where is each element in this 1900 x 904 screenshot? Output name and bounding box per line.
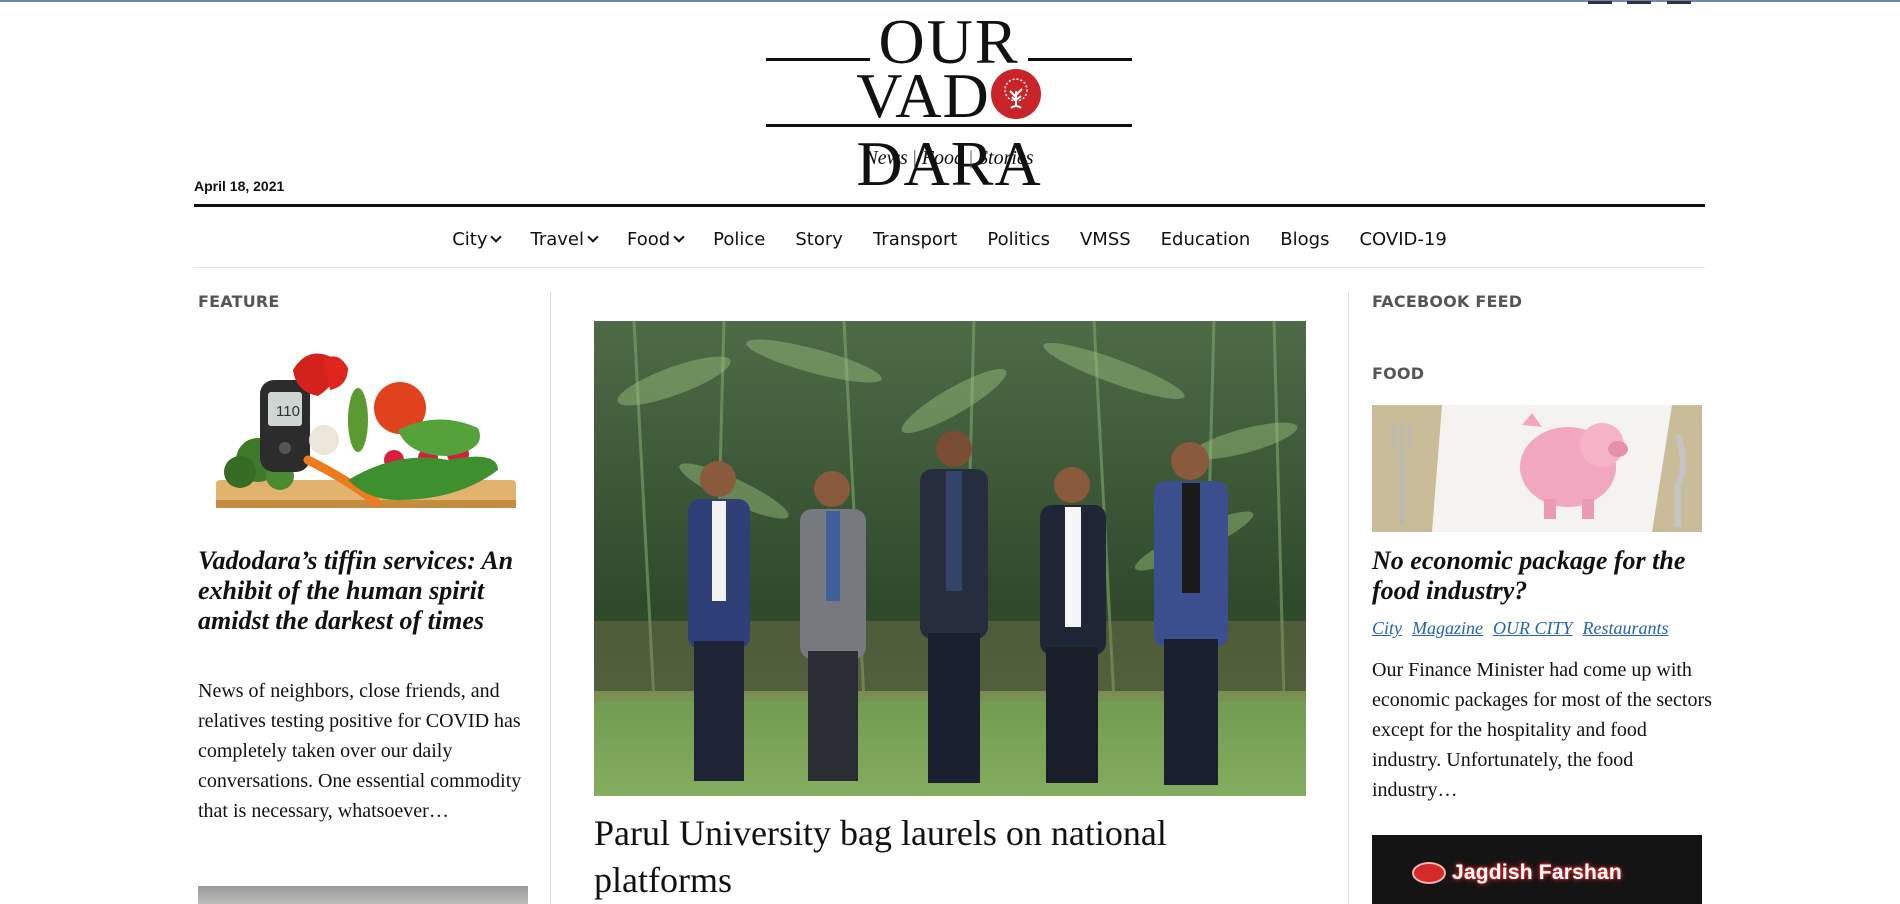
logo-rule-right [1028,58,1132,61]
nav-item-label: City [452,228,488,250]
nav-item-label: Police [713,228,766,250]
nav-item-education[interactable]: Education [1146,224,1266,254]
nav-item-police[interactable]: Police [698,224,780,254]
tag-restaurants[interactable]: Restaurants [1583,618,1669,639]
column-divider-left [550,292,551,904]
nav-item-covid-19[interactable]: COVID-19 [1344,224,1461,254]
food-article-image-piggy-bank[interactable] [1372,405,1702,532]
nav-item-label: Travel [530,228,584,250]
feature-article-excerpt: News of neighbors, close friends, and re… [198,680,522,822]
logo-text-vadodara: VAD DARA [766,62,1132,198]
tagline-news: News [864,147,908,169]
nav-item-vmss[interactable]: VMSS [1065,224,1146,254]
tagline-stories: Stories [978,147,1034,169]
tagline-separator: | [912,147,917,169]
site-tagline: News | Food | Stories [766,147,1132,170]
nav-divider [194,267,1705,268]
nav-item-label: Politics [987,228,1050,250]
feature-article-title[interactable]: Vadodara’s tiffin services: An exhibit o… [198,546,528,636]
chevron-down-icon [673,230,685,243]
nav-item-label: VMSS [1079,228,1131,250]
chevron-down-icon [587,230,599,243]
section-heading-facebook-feed: FACEBOOK FEED [1372,292,1523,311]
nav-item-transport[interactable]: Transport [858,224,972,254]
nav-item-food[interactable]: Food [612,224,698,254]
header-rule [194,204,1705,207]
nav-item-blogs[interactable]: Blogs [1265,224,1344,254]
nav-item-label: Story [795,228,843,250]
section-heading-food: FOOD [1372,364,1425,383]
tag-our-city[interactable]: OUR CITY [1493,618,1573,639]
nav-item-label: Blogs [1280,228,1330,250]
current-date: April 18, 2021 [194,178,285,194]
nav-item-label: COVID-19 [1359,228,1447,250]
tagline-separator: | [969,147,974,169]
restaurant-sign-text: Jagdish Farshan [1452,861,1622,884]
main-story-title[interactable]: Parul University bag laurels on national… [594,810,1306,904]
restaurant-sign: Jagdish Farshan [1412,861,1622,889]
page-wrapper: OUR VAD DARA News | Food | Stories April … [194,0,1712,904]
food-article-excerpt: Our Finance Minister had come up with ec… [1372,659,1712,801]
nav-item-city[interactable]: City [437,224,515,254]
nav-item-label: Transport [872,228,958,250]
logo-underline [766,124,1132,127]
column-divider-right [1348,292,1349,904]
next-feature-image[interactable] [198,886,528,904]
tag-magazine[interactable]: Magazine [1412,618,1483,639]
next-food-article-image[interactable]: Jagdish Farshan [1372,835,1702,904]
glucometer-reading: 110 [276,403,300,420]
nav-item-label: Food [627,228,671,250]
tagline-food: Food [921,147,964,169]
nav-item-politics[interactable]: Politics [972,224,1065,254]
nav-item-travel[interactable]: Travel [515,224,612,254]
tree-emblem-icon [990,69,1041,119]
chevron-down-icon [490,230,503,243]
feature-image-vegetables[interactable]: 110 [198,340,528,536]
restaurant-logo-badge [1412,862,1446,885]
nav-item-story[interactable]: Story [780,224,858,254]
site-logo[interactable]: OUR VAD DARA [766,10,1132,198]
food-article-title[interactable]: No economic package for the food industr… [1372,546,1702,606]
main-nav: City Travel Food Police Story Transport … [194,224,1705,254]
main-story-image[interactable] [594,321,1306,796]
logo-text-vad: VAD [856,60,990,131]
tag-city[interactable]: City [1372,618,1402,639]
section-heading-feature: FEATURE [198,292,280,311]
nav-item-label: Education [1160,228,1251,250]
food-article-tags: City Magazine OUR CITY Restaurants [1372,618,1669,639]
